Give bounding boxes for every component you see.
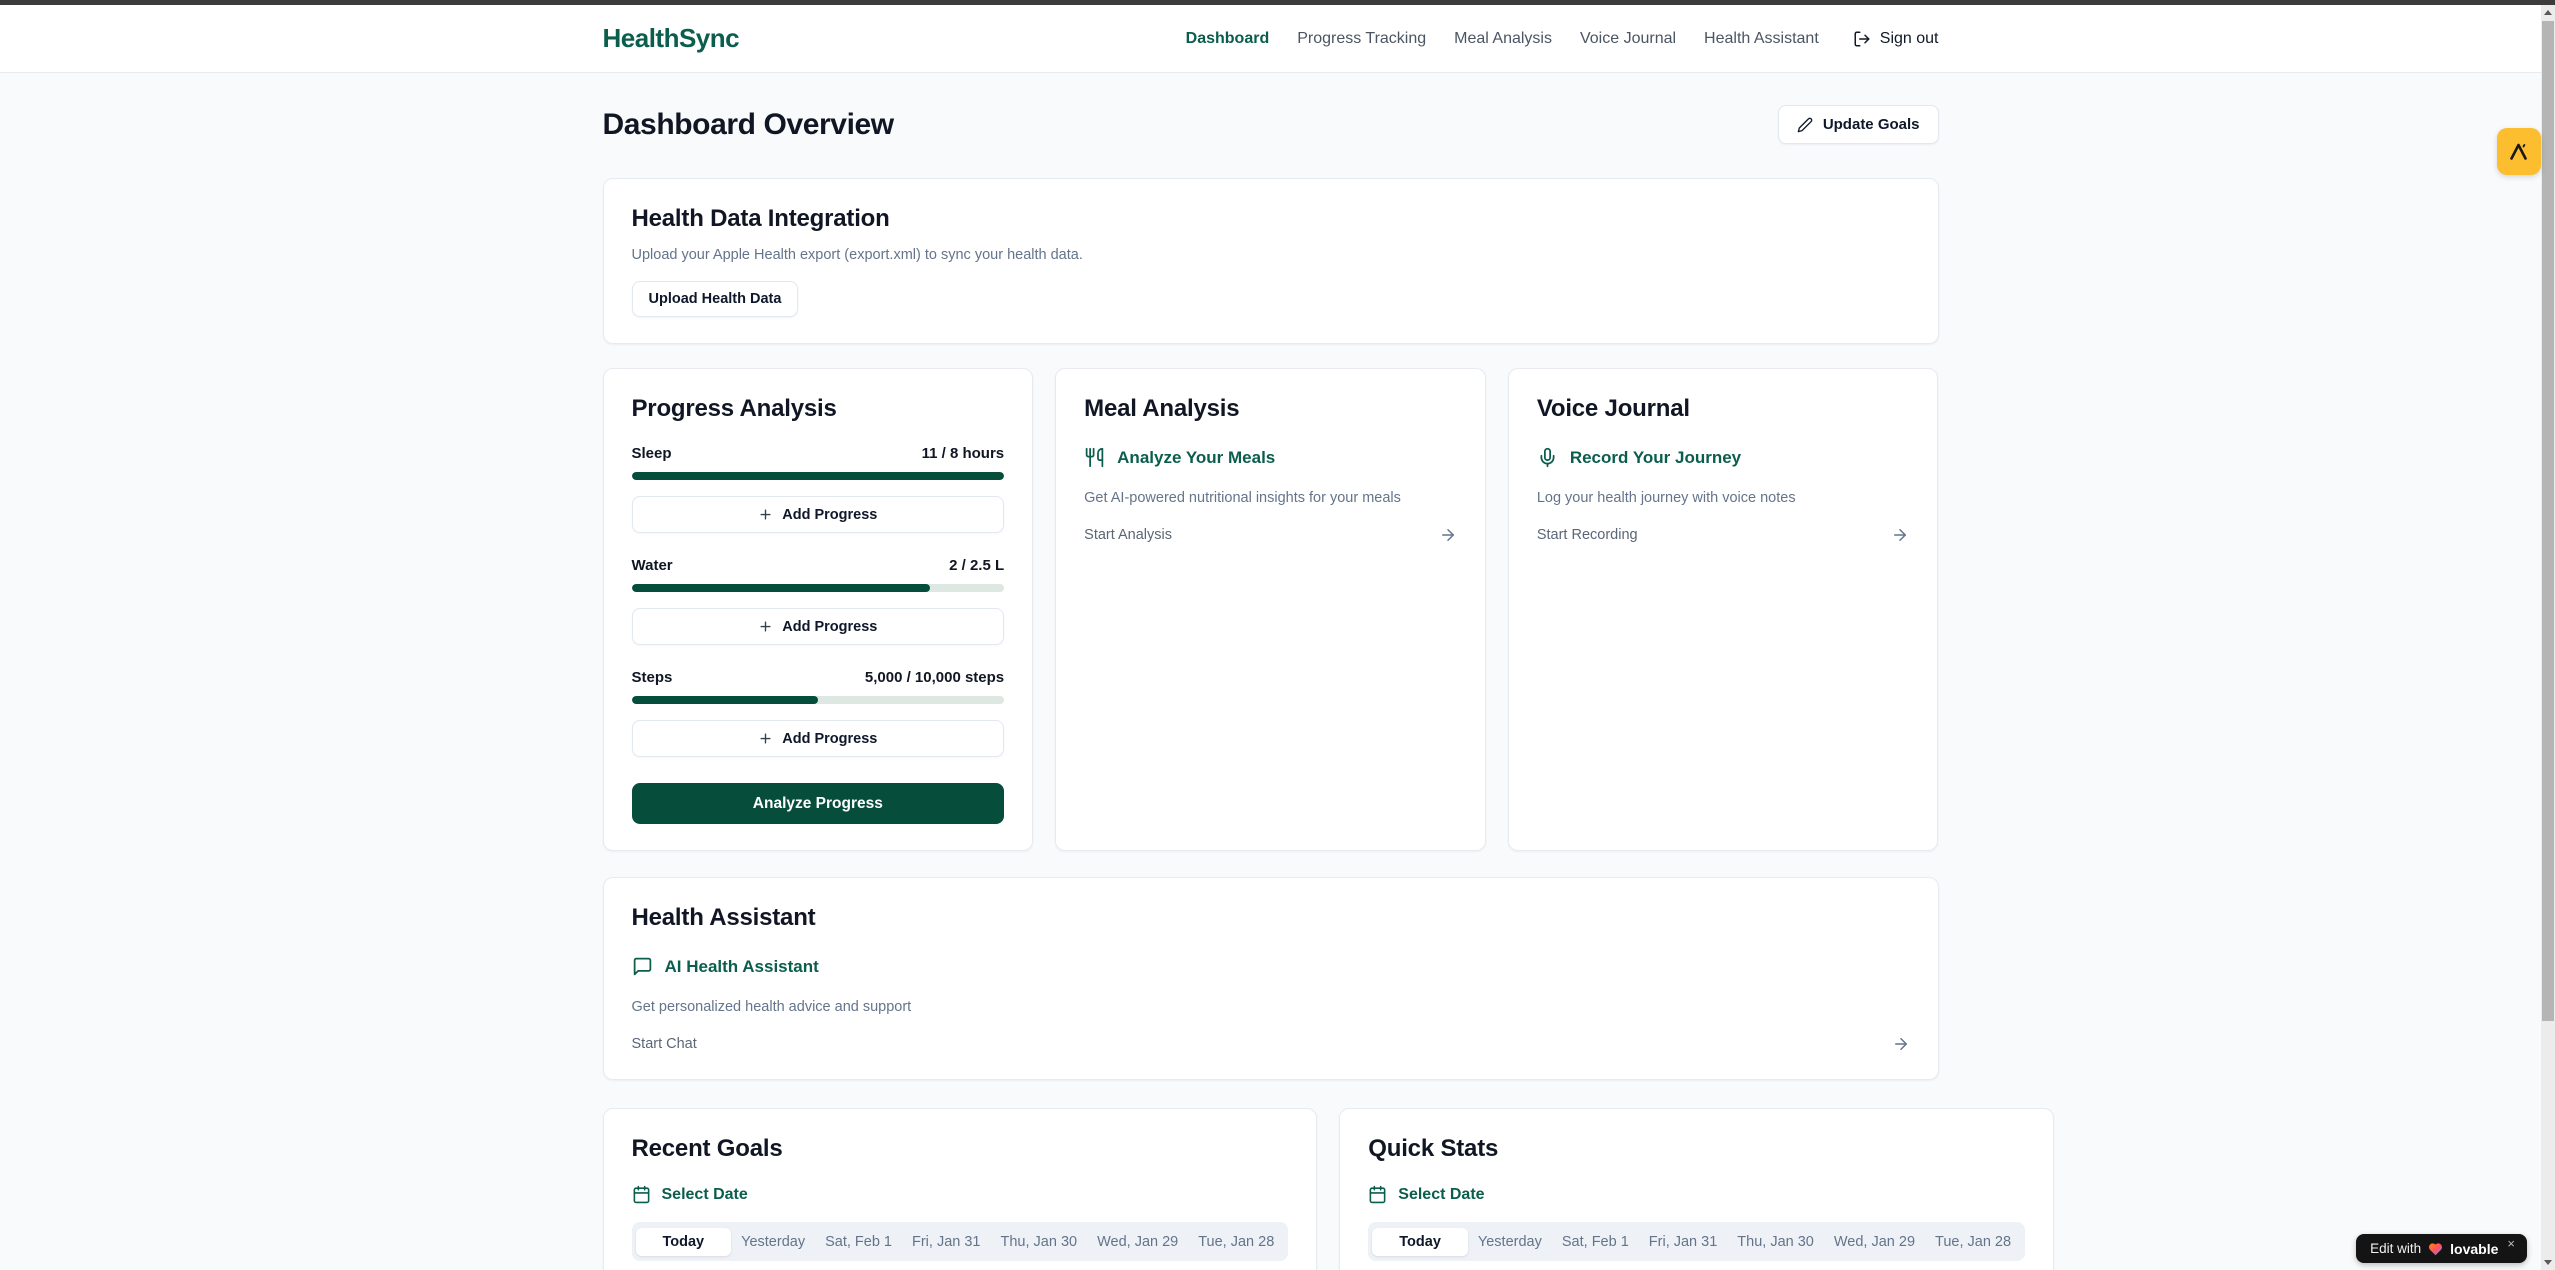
lovable-logo-icon [2507, 140, 2531, 164]
progress-analysis-title: Progress Analysis [632, 395, 1005, 423]
voice-journal-description: Log your health journey with voice notes [1537, 490, 1910, 506]
pencil-icon [1797, 117, 1813, 133]
nav-voice-journal[interactable]: Voice Journal [1580, 30, 1676, 48]
add-progress-sleep-button[interactable]: Add Progress [632, 496, 1005, 533]
tab-yesterday[interactable]: Yesterday [731, 1228, 815, 1256]
pill-prefix: Edit with [2370, 1241, 2421, 1256]
arrow-right-icon [1891, 526, 1909, 544]
health-data-integration-card: Health Data Integration Upload your Appl… [603, 178, 1939, 344]
lovable-edit-badge[interactable] [2497, 128, 2541, 175]
page-title: Dashboard Overview [603, 108, 894, 142]
plus-icon [758, 507, 773, 522]
tab-thu-jan-30[interactable]: Thu, Jan 30 [1727, 1228, 1824, 1256]
steps-progress-bar [632, 696, 1005, 704]
analyze-progress-button[interactable]: Analyze Progress [632, 783, 1005, 824]
update-goals-button[interactable]: Update Goals [1778, 105, 1939, 144]
tab-thu-jan-30[interactable]: Thu, Jan 30 [991, 1228, 1088, 1256]
tab-fri-jan-31[interactable]: Fri, Jan 31 [902, 1228, 991, 1256]
app-header: HealthSync Dashboard Progress Tracking M… [0, 5, 2541, 73]
metric-value: 2 / 2.5 L [949, 557, 1004, 574]
tab-tue-jan-28[interactable]: Tue, Jan 28 [1925, 1228, 2021, 1256]
record-your-journey-link[interactable]: Record Your Journey [1537, 447, 1910, 468]
add-progress-steps-button[interactable]: Add Progress [632, 720, 1005, 757]
recent-goals-select-date[interactable]: Select Date [632, 1185, 1289, 1204]
water-progress-bar [632, 584, 1005, 592]
metric-label: Water [632, 557, 673, 574]
scrollbar-down-arrow[interactable] [2541, 1255, 2555, 1270]
plus-icon [758, 619, 773, 634]
log-out-icon [1853, 30, 1871, 48]
utensils-icon [1084, 447, 1105, 468]
plus-icon [758, 731, 773, 746]
add-progress-water-button[interactable]: Add Progress [632, 608, 1005, 645]
app-logo[interactable]: HealthSync [603, 23, 740, 54]
meal-analysis-card: Meal Analysis Analyze Your Meals Get AI-… [1055, 368, 1486, 851]
edit-with-lovable-pill[interactable]: Edit with lovable × [2356, 1234, 2527, 1263]
quick-stats-date-tabs: Today Yesterday Sat, Feb 1 Fri, Jan 31 T… [1368, 1222, 2025, 1261]
chat-bubble-icon [632, 956, 653, 977]
progress-metric-steps: Steps 5,000 / 10,000 steps Add Progress [632, 669, 1005, 757]
pill-brand: lovable [2450, 1241, 2498, 1257]
tab-tue-jan-28[interactable]: Tue, Jan 28 [1188, 1228, 1284, 1256]
nav-dashboard[interactable]: Dashboard [1186, 30, 1270, 48]
progress-metric-sleep: Sleep 11 / 8 hours Add Progress [632, 445, 1005, 533]
metric-label: Sleep [632, 445, 672, 462]
arrow-right-icon [1892, 1035, 1910, 1053]
recent-goals-date-tabs: Today Yesterday Sat, Feb 1 Fri, Jan 31 T… [632, 1222, 1289, 1261]
analyze-your-meals-link[interactable]: Analyze Your Meals [1084, 447, 1457, 468]
nav-health-assistant[interactable]: Health Assistant [1704, 30, 1819, 48]
tab-today[interactable]: Today [636, 1228, 732, 1256]
page-viewport: HealthSync Dashboard Progress Tracking M… [0, 5, 2541, 1270]
health-assistant-description: Get personalized health advice and suppo… [632, 999, 1910, 1015]
tab-wed-jan-29[interactable]: Wed, Jan 29 [1087, 1228, 1188, 1256]
tab-sat-feb-1[interactable]: Sat, Feb 1 [1552, 1228, 1639, 1256]
health-assistant-title: Health Assistant [632, 904, 1910, 932]
ai-health-assistant-link[interactable]: AI Health Assistant [632, 956, 1910, 977]
tab-fri-jan-31[interactable]: Fri, Jan 31 [1639, 1228, 1728, 1256]
arrow-right-icon [1439, 526, 1457, 544]
tab-wed-jan-29[interactable]: Wed, Jan 29 [1824, 1228, 1925, 1256]
metric-value: 11 / 8 hours [922, 445, 1005, 462]
metric-label: Steps [632, 669, 673, 686]
calendar-icon [632, 1185, 651, 1204]
main-content: Dashboard Overview Update Goals Health D… [603, 105, 1939, 1270]
upload-health-data-button[interactable]: Upload Health Data [632, 281, 799, 317]
sleep-progress-bar [632, 472, 1005, 480]
recent-goals-title: Recent Goals [632, 1135, 1289, 1163]
main-nav: Dashboard Progress Tracking Meal Analysi… [1186, 30, 1939, 48]
quick-stats-select-date[interactable]: Select Date [1368, 1185, 2025, 1204]
voice-journal-title: Voice Journal [1537, 395, 1910, 423]
metric-value: 5,000 / 10,000 steps [865, 669, 1004, 686]
quick-stats-card: Quick Stats Select Date Today Yesterday … [1339, 1108, 2054, 1270]
meal-analysis-description: Get AI-powered nutritional insights for … [1084, 490, 1457, 506]
start-recording-row[interactable]: Start Recording [1537, 526, 1910, 544]
tab-sat-feb-1[interactable]: Sat, Feb 1 [815, 1228, 902, 1256]
pill-close-icon[interactable]: × [2507, 1236, 2515, 1251]
progress-metric-water: Water 2 / 2.5 L Add Progress [632, 557, 1005, 645]
integration-title: Health Data Integration [632, 205, 1910, 233]
start-analysis-row[interactable]: Start Analysis [1084, 526, 1457, 544]
meal-analysis-title: Meal Analysis [1084, 395, 1457, 423]
sign-out-label: Sign out [1880, 30, 1939, 48]
tab-today[interactable]: Today [1372, 1228, 1468, 1256]
integration-description: Upload your Apple Health export (export.… [632, 247, 1910, 263]
sign-out-button[interactable]: Sign out [1853, 30, 1939, 48]
start-chat-row[interactable]: Start Chat [632, 1035, 1910, 1053]
nav-progress-tracking[interactable]: Progress Tracking [1297, 30, 1426, 48]
health-assistant-card: Health Assistant AI Health Assistant Get… [603, 877, 1939, 1080]
tab-yesterday[interactable]: Yesterday [1468, 1228, 1552, 1256]
calendar-icon [1368, 1185, 1387, 1204]
scrollbar-thumb[interactable] [2542, 21, 2554, 1021]
quick-stats-title: Quick Stats [1368, 1135, 2025, 1163]
voice-journal-card: Voice Journal Record Your Journey Log yo… [1508, 368, 1939, 851]
scrollbar-up-arrow[interactable] [2541, 5, 2555, 20]
microphone-icon [1537, 447, 1558, 468]
nav-meal-analysis[interactable]: Meal Analysis [1454, 30, 1552, 48]
recent-goals-card: Recent Goals Select Date Today Yesterday… [603, 1108, 1318, 1270]
vertical-scrollbar[interactable] [2541, 5, 2555, 1270]
progress-analysis-card: Progress Analysis Sleep 11 / 8 hours Add… [603, 368, 1034, 851]
heart-icon [2428, 1242, 2443, 1256]
